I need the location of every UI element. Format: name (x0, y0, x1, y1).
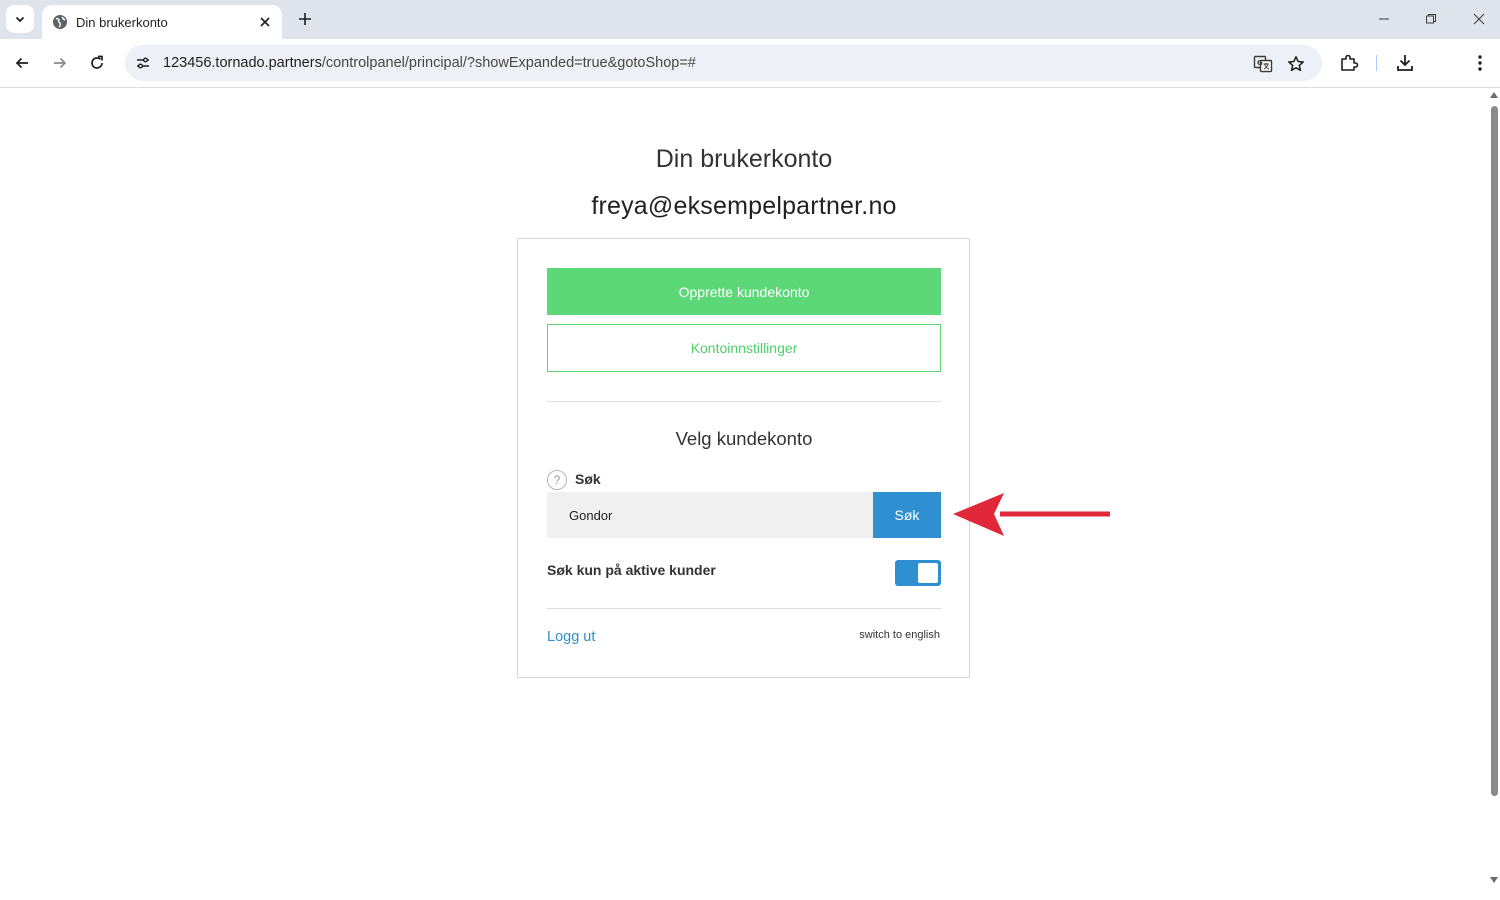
customer-search-input[interactable]: Gondor (547, 492, 873, 538)
tab-search-button[interactable] (6, 5, 34, 33)
toolbar-separator (1376, 55, 1377, 71)
help-icon[interactable]: ? (547, 470, 567, 490)
reload-button[interactable] (84, 50, 110, 76)
new-tab-button[interactable] (292, 6, 318, 32)
divider (547, 401, 941, 402)
close-icon (260, 17, 270, 27)
site-info-button[interactable] (133, 53, 153, 73)
browser-menu-button[interactable] (1468, 51, 1492, 75)
account-settings-button[interactable]: Kontoinnstillinger (547, 324, 941, 372)
active-only-label: Søk kun på aktive kunder (547, 562, 716, 578)
svg-text:G: G (1257, 59, 1263, 67)
close-window-button[interactable] (1467, 8, 1491, 30)
section-title: Velg kundekonto (675, 428, 813, 449)
page-scrollbar[interactable] (1488, 88, 1500, 900)
switch-language-link[interactable]: switch to english (859, 629, 940, 641)
translate-icon: G (1253, 55, 1273, 73)
tab-title: Din brukerkonto (76, 14, 168, 30)
browser-tabstrip: Din brukerkonto (0, 0, 1500, 39)
search-button[interactable]: Søk (873, 492, 941, 538)
extensions-button[interactable] (1337, 51, 1361, 75)
download-icon (1397, 55, 1413, 71)
puzzle-icon (1341, 54, 1359, 71)
bookmark-button[interactable] (1285, 53, 1307, 75)
star-icon (1288, 56, 1304, 72)
kebab-menu-icon (1478, 55, 1482, 71)
downloads-button[interactable] (1393, 51, 1417, 75)
arrow-right-icon (54, 57, 67, 69)
active-only-toggle[interactable] (895, 560, 941, 586)
forward-button[interactable] (47, 50, 73, 76)
logout-link[interactable]: Logg ut (547, 629, 595, 645)
url-text[interactable]: 123456.tornado.partners/controlpanel/pri… (163, 55, 696, 71)
url-host: 123456.tornado.partners (163, 55, 322, 71)
toggle-knob (918, 563, 938, 583)
page-title: Din brukerkonto (655, 145, 833, 173)
scroll-down-arrow[interactable] (1490, 877, 1498, 883)
minimize-button[interactable] (1372, 8, 1396, 30)
close-icon (1473, 13, 1485, 25)
restore-icon (1426, 14, 1436, 24)
browser-toolbar: 123456.tornado.partners/controlpanel/pri… (0, 39, 1500, 88)
search-label: Søk (575, 471, 601, 487)
back-button[interactable] (9, 50, 35, 76)
address-bar[interactable]: 123456.tornado.partners/controlpanel/pri… (125, 45, 1322, 81)
chevron-down-icon (15, 16, 25, 23)
browser-tab-active[interactable]: Din brukerkonto (42, 5, 282, 39)
url-path: /controlpanel/principal/?showExpanded=tr… (321, 55, 696, 71)
divider (547, 608, 941, 609)
reload-icon (91, 55, 103, 69)
scroll-up-arrow[interactable] (1490, 92, 1498, 98)
minimize-icon (1379, 18, 1389, 20)
scroll-thumb[interactable] (1491, 106, 1498, 796)
annotation-arrow-icon (953, 493, 1110, 536)
tab-close-button[interactable] (254, 11, 276, 33)
plus-icon (299, 13, 311, 25)
globe-icon (53, 15, 67, 29)
restore-button[interactable] (1419, 8, 1443, 30)
arrow-left-icon (15, 57, 28, 69)
account-email: freya@eksempelpartner.no (591, 192, 897, 220)
translate-button[interactable]: G (1252, 53, 1274, 75)
tune-icon (137, 57, 149, 69)
create-customer-account-button[interactable]: Opprette kundekonto (547, 268, 941, 315)
account-panel: Opprette kundekonto Kontoinnstillinger V… (517, 238, 970, 678)
